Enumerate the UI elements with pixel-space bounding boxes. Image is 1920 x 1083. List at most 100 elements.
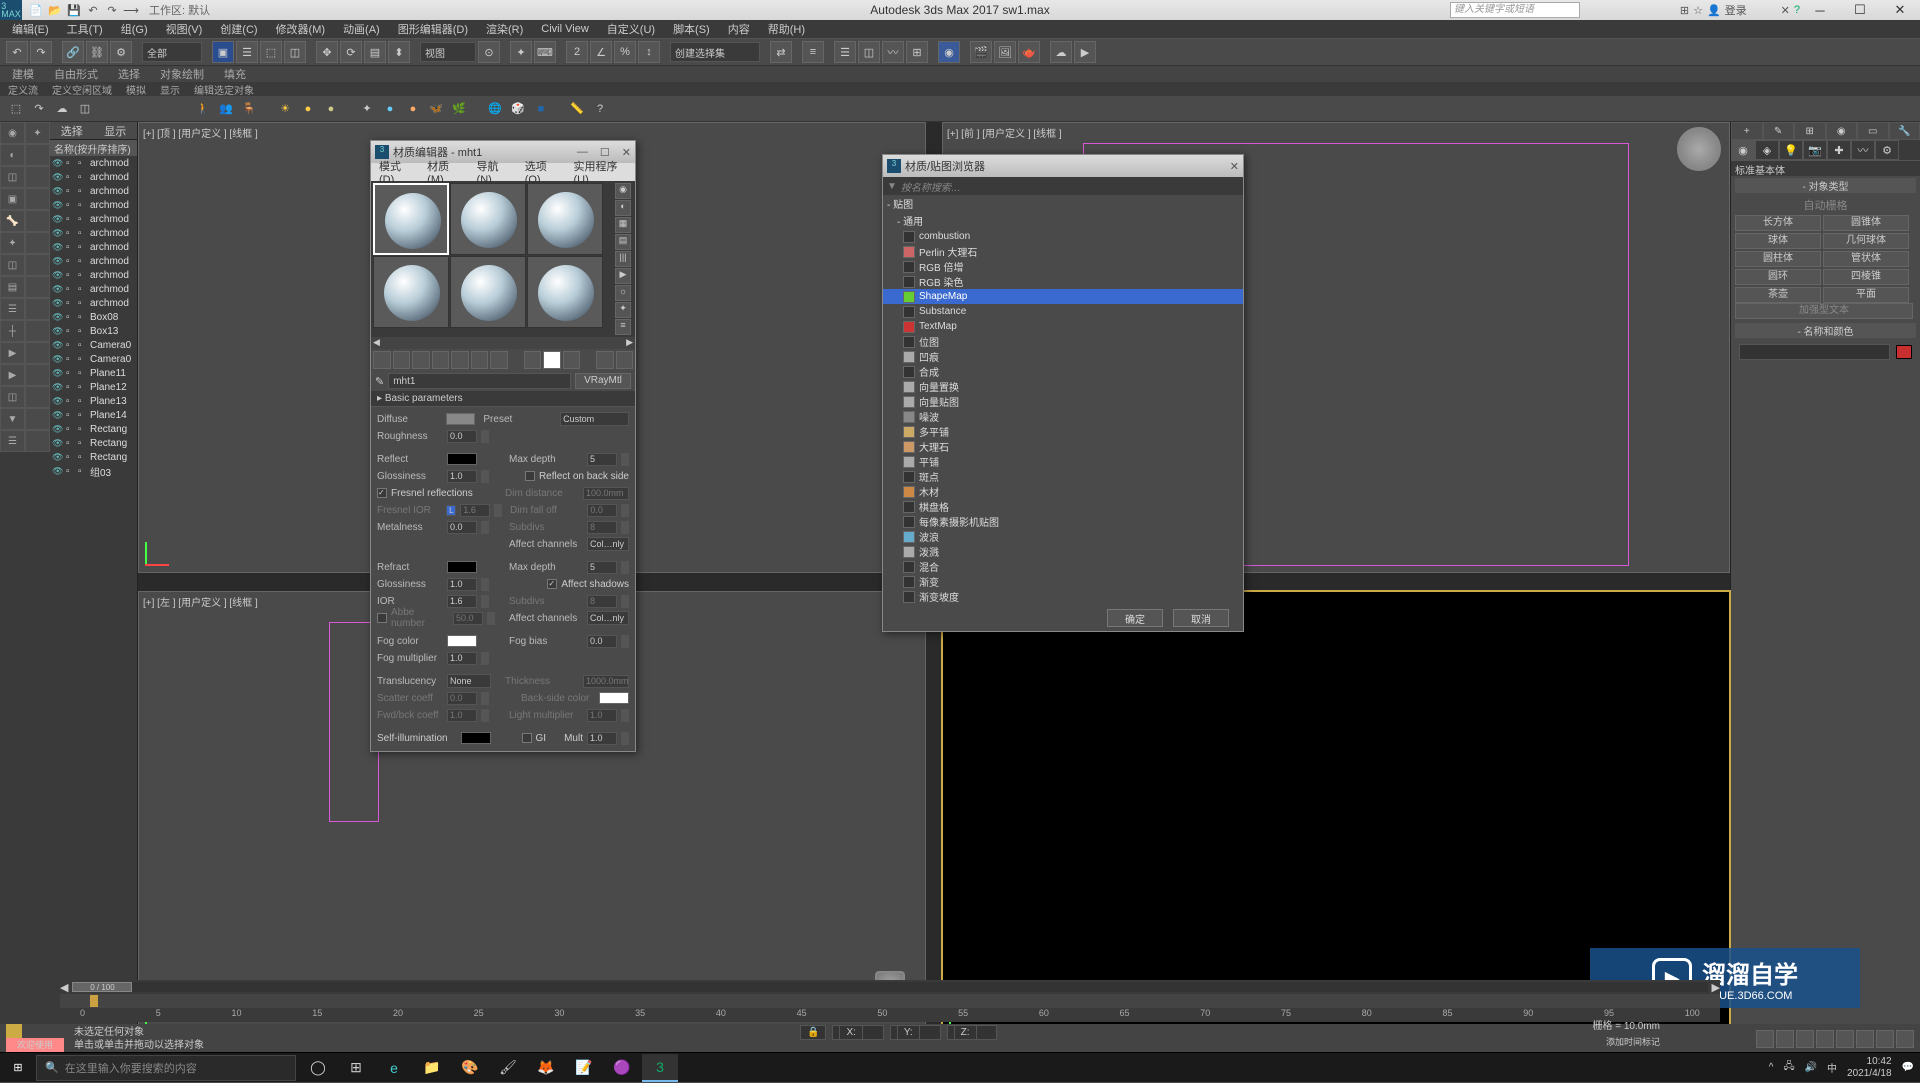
layer-button[interactable]: ☰	[834, 41, 856, 63]
tool[interactable]	[25, 166, 50, 188]
menu-item[interactable]: 修改器(M)	[268, 20, 334, 38]
open-icon[interactable]: 📂	[47, 2, 63, 18]
ribbon-panel[interactable]: 编辑选定对象	[194, 82, 254, 97]
create-button[interactable]: 管状体	[1823, 251, 1909, 267]
notes-icon[interactable]: 📝	[566, 1054, 602, 1082]
icon[interactable]	[111, 99, 131, 119]
spacewarps-tab[interactable]: 〰	[1851, 140, 1875, 160]
select-tab[interactable]: 选择	[61, 123, 83, 139]
app2-icon[interactable]: 🟣	[604, 1054, 640, 1082]
browser-search[interactable]: 按名称搜索…	[901, 179, 961, 194]
ribbon-panel[interactable]: 定义空闲区域	[52, 82, 112, 97]
tool[interactable]: ▤	[0, 276, 25, 298]
affect-channels-dropdown[interactable]: Col…nly	[587, 537, 629, 551]
viewport-label[interactable]: [+] [顶 ] [用户定义 ] [线框 ]	[143, 125, 258, 140]
menu-item[interactable]: 组(G)	[113, 20, 156, 38]
time-knob[interactable]	[90, 995, 98, 1007]
window-crossing-button[interactable]: ◫	[284, 41, 306, 63]
curve-editor-button[interactable]: 〰	[882, 41, 904, 63]
menu-item[interactable]: 编辑(E)	[4, 20, 57, 38]
bind-button[interactable]: ⚙	[110, 41, 132, 63]
render-button[interactable]: 🫖	[1018, 41, 1040, 63]
align-button[interactable]: ≡	[802, 41, 824, 63]
network-icon[interactable]: 🖧	[1783, 1059, 1794, 1076]
help-search[interactable]: 键入关键字或短语	[1450, 2, 1580, 18]
menu-item[interactable]: 图形编辑器(D)	[390, 20, 476, 38]
ribbon-tab[interactable]: 选择	[118, 66, 140, 82]
metalness-input[interactable]: 0.0	[447, 521, 477, 534]
diffuse-swatch[interactable]	[446, 413, 476, 425]
self-illum-swatch[interactable]	[461, 732, 491, 744]
volume-icon[interactable]: 🔊	[1805, 1062, 1817, 1073]
roughness-input[interactable]: 0.0	[447, 430, 477, 443]
sphere2-icon[interactable]: ●	[321, 99, 341, 119]
maxdepth-input[interactable]: 5	[587, 453, 617, 466]
named-selection-dropdown[interactable]: 创建选择集	[670, 42, 760, 62]
assign-icon[interactable]	[412, 351, 430, 369]
spinner[interactable]	[621, 595, 629, 608]
options-icon[interactable]: ☼	[615, 285, 631, 301]
explorer-item[interactable]: 👁▫▫Camera0	[50, 352, 137, 366]
hier-icon[interactable]: ⊞	[1794, 122, 1826, 140]
browser-item[interactable]: 大理石	[883, 439, 1243, 454]
spinner[interactable]	[494, 504, 502, 517]
fog-mult-input[interactable]: 1.0	[447, 652, 477, 665]
render-setup-button[interactable]: 🎬	[970, 41, 992, 63]
tool[interactable]: ◐	[0, 144, 25, 166]
explorer-item[interactable]: 👁▫▫archmod	[50, 170, 137, 184]
gi-checkbox[interactable]	[522, 733, 532, 743]
pick-icon[interactable]: ✎	[375, 375, 384, 388]
link-button[interactable]: 🔗	[62, 41, 84, 63]
tool[interactable]: ▼	[0, 408, 25, 430]
browser-item[interactable]: RGB 染色	[883, 274, 1243, 289]
menu-item[interactable]: 自定义(U)	[599, 20, 663, 38]
clock[interactable]: 10:422021/4/18	[1847, 1056, 1892, 1080]
browser-item[interactable]: 渐变坡度	[883, 589, 1243, 604]
explorer-item[interactable]: 👁▫▫archmod	[50, 254, 137, 268]
background-icon[interactable]: ▦	[615, 217, 631, 233]
new-icon[interactable]: 📄	[28, 2, 44, 18]
explorer-item[interactable]: 👁▫▫Plane13	[50, 394, 137, 408]
explorer-item[interactable]: 👁▫▫组03	[50, 464, 137, 478]
create-button[interactable]: 圆柱体	[1735, 251, 1821, 267]
go-parent-icon[interactable]	[596, 351, 614, 369]
ruler-icon[interactable]: 📏	[567, 99, 587, 119]
spinner[interactable]	[481, 521, 489, 534]
notifications-icon[interactable]: 💬	[1902, 1062, 1914, 1073]
material-slot[interactable]	[527, 183, 603, 255]
x-field[interactable]: X:	[832, 1025, 883, 1040]
mirror-button[interactable]: ⇄	[770, 41, 792, 63]
fresnel-checkbox[interactable]	[377, 488, 387, 498]
help-icon[interactable]: ?	[590, 99, 610, 119]
menu-item[interactable]: Civil View	[533, 22, 596, 36]
sample-type-icon[interactable]: ◉	[615, 183, 631, 199]
explorer-item[interactable]: 👁▫▫Camera0	[50, 338, 137, 352]
butterfly-icon[interactable]: 🦋	[426, 99, 446, 119]
browser-item[interactable]: 泼溅	[883, 544, 1243, 559]
browser-item[interactable]: 位图	[883, 334, 1243, 349]
tool[interactable]	[25, 188, 50, 210]
explorer-item[interactable]: 👁▫▫archmod	[50, 282, 137, 296]
browser-item[interactable]: 木材	[883, 484, 1243, 499]
unlink-button[interactable]: ⛓	[86, 41, 108, 63]
redo-button[interactable]: ↷	[30, 41, 52, 63]
maximize-vp-icon[interactable]	[1876, 1030, 1894, 1048]
show-end-icon[interactable]	[563, 351, 581, 369]
tool[interactable]	[25, 364, 50, 386]
menu-item[interactable]: 创建(C)	[212, 20, 265, 38]
time-handle[interactable]: 0 / 100	[72, 982, 132, 992]
spinner-snap-button[interactable]: ↕	[638, 41, 660, 63]
ok-button[interactable]: 确定	[1107, 609, 1163, 627]
spinner[interactable]	[621, 709, 629, 722]
spinner[interactable]	[481, 430, 489, 443]
material-id-icon[interactable]	[524, 351, 542, 369]
icon[interactable]: ↷	[29, 99, 49, 119]
backlight-icon[interactable]: ◐	[615, 200, 631, 216]
snap-angle-button[interactable]: ∠	[590, 41, 612, 63]
zoom-all-icon[interactable]	[1796, 1030, 1814, 1048]
material-slot[interactable]	[450, 183, 526, 255]
mult-input[interactable]: 1.0	[587, 732, 617, 745]
menu-item[interactable]: 工具(T)	[59, 20, 111, 38]
browser-item[interactable]: 混合	[883, 559, 1243, 574]
explorer-item[interactable]: 👁▫▫Rectang	[50, 422, 137, 436]
